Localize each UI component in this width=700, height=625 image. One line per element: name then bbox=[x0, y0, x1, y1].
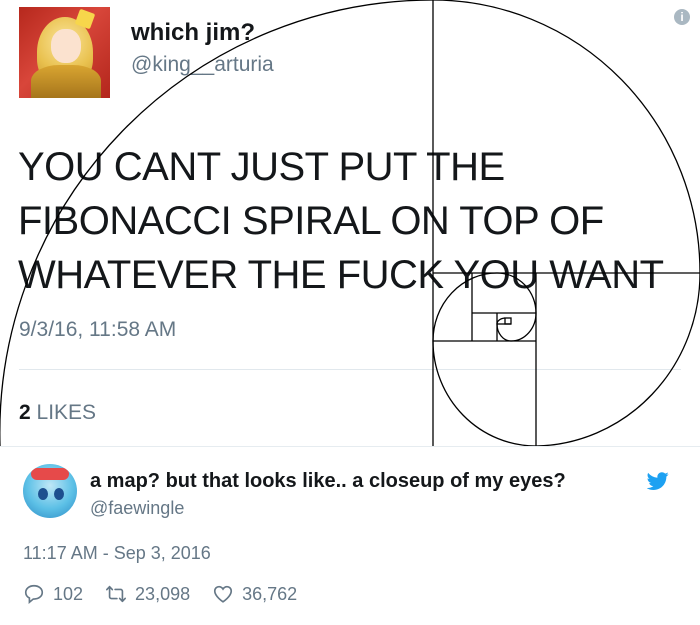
info-icon[interactable]: i bbox=[674, 9, 690, 25]
user-handle[interactable]: @faewingle bbox=[90, 498, 184, 519]
retweet-count: 23,098 bbox=[135, 583, 191, 604]
retweet-icon bbox=[106, 585, 127, 603]
reply-button[interactable]: 102 bbox=[23, 583, 83, 605]
like-button[interactable]: 36,762 bbox=[212, 583, 297, 605]
display-name[interactable]: which jim? bbox=[131, 19, 255, 47]
avatar[interactable] bbox=[19, 7, 110, 98]
divider bbox=[19, 369, 681, 370]
reply-count: 102 bbox=[53, 583, 84, 604]
display-name[interactable]: a map? but that looks like.. a closeup o… bbox=[90, 470, 566, 493]
quoted-tweet-screenshot: which jim? @king__arturia i YOU CANT JUS… bbox=[0, 0, 700, 446]
divider bbox=[0, 446, 700, 447]
reply-icon bbox=[24, 584, 44, 605]
retweet-button[interactable]: 23,098 bbox=[105, 583, 190, 605]
twitter-bird-icon[interactable] bbox=[647, 470, 669, 492]
like-count: 36,762 bbox=[242, 583, 298, 604]
tweet-timestamp[interactable]: 11:17 AM - Sep 3, 2016 bbox=[23, 543, 211, 564]
likes-label: LIKES bbox=[36, 401, 97, 424]
tweet-timestamp[interactable]: 9/3/16, 11:58 AM bbox=[19, 318, 176, 342]
heart-icon bbox=[214, 585, 233, 603]
tweet-actions: 102 23,098 36,762 bbox=[23, 582, 319, 606]
likes-number: 2 bbox=[19, 401, 31, 424]
likes-count[interactable]: 2 LIKES bbox=[19, 401, 96, 425]
user-handle[interactable]: @king__arturia bbox=[131, 53, 274, 77]
tweet-text: YOU CANT JUST PUT THE FIBONACCI SPIRAL O… bbox=[18, 145, 664, 297]
avatar[interactable] bbox=[23, 464, 77, 518]
